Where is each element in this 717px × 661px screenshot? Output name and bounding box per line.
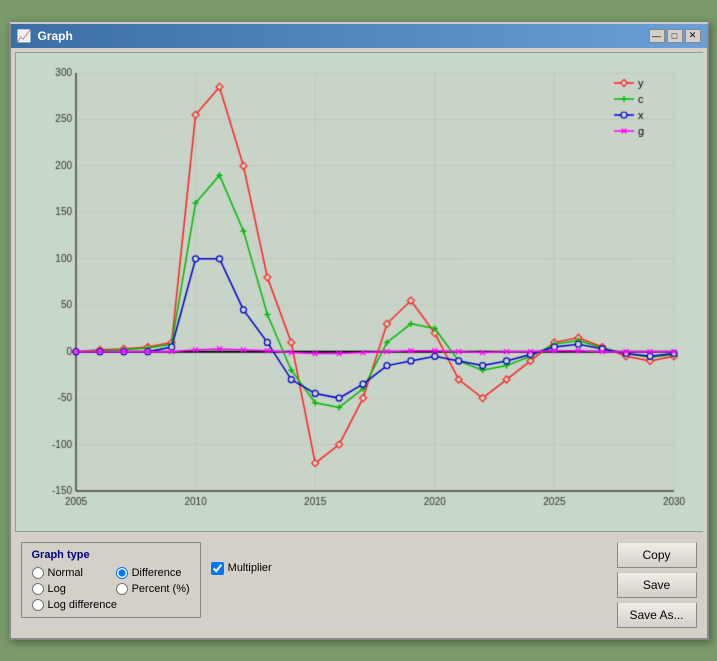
copy-button[interactable]: Copy [617, 542, 697, 568]
buttons-area: Copy Save Save As... [617, 542, 697, 628]
chart-canvas [16, 53, 704, 531]
radio-normal-input[interactable] [32, 567, 44, 579]
controls-area: Graph type Normal Difference Log [15, 536, 703, 634]
radio-normal-label: Normal [48, 567, 83, 579]
multiplier-label: Multiplier [228, 562, 272, 574]
window-title: Graph [37, 29, 72, 43]
title-buttons: — □ ✕ [649, 29, 701, 43]
title-bar: 📈 Graph — □ ✕ [11, 24, 707, 48]
graph-type-box: Graph type Normal Difference Log [21, 542, 201, 618]
save-as-button[interactable]: Save As... [617, 602, 697, 628]
radio-log-input[interactable] [32, 583, 44, 595]
window-content: Graph type Normal Difference Log [11, 48, 707, 638]
chart-area [15, 52, 703, 532]
radio-grid: Normal Difference Log Percent (%) [32, 567, 190, 611]
radio-difference-label: Difference [132, 567, 182, 579]
title-bar-left: 📈 Graph [17, 29, 73, 43]
radio-logdiff-label: Log difference [48, 599, 118, 611]
maximize-button[interactable]: □ [667, 29, 683, 43]
radio-logdiff-input[interactable] [32, 599, 44, 611]
radio-log[interactable]: Log [32, 583, 106, 595]
radio-log-label: Log [48, 583, 66, 595]
multiplier-checkbox[interactable] [211, 562, 224, 575]
minimize-button[interactable]: — [649, 29, 665, 43]
close-button[interactable]: ✕ [685, 29, 701, 43]
multiplier-area[interactable]: Multiplier [211, 562, 272, 575]
radio-percent-input[interactable] [116, 583, 128, 595]
save-button[interactable]: Save [617, 572, 697, 598]
radio-percent[interactable]: Percent (%) [116, 583, 190, 595]
window-icon: 📈 [17, 29, 32, 43]
radio-difference-input[interactable] [116, 567, 128, 579]
graph-type-title: Graph type [32, 549, 190, 561]
radio-percent-label: Percent (%) [132, 583, 190, 595]
radio-difference[interactable]: Difference [116, 567, 190, 579]
radio-log-difference[interactable]: Log difference [32, 599, 190, 611]
main-window: 📈 Graph — □ ✕ Graph type Normal [9, 22, 709, 640]
radio-normal[interactable]: Normal [32, 567, 106, 579]
